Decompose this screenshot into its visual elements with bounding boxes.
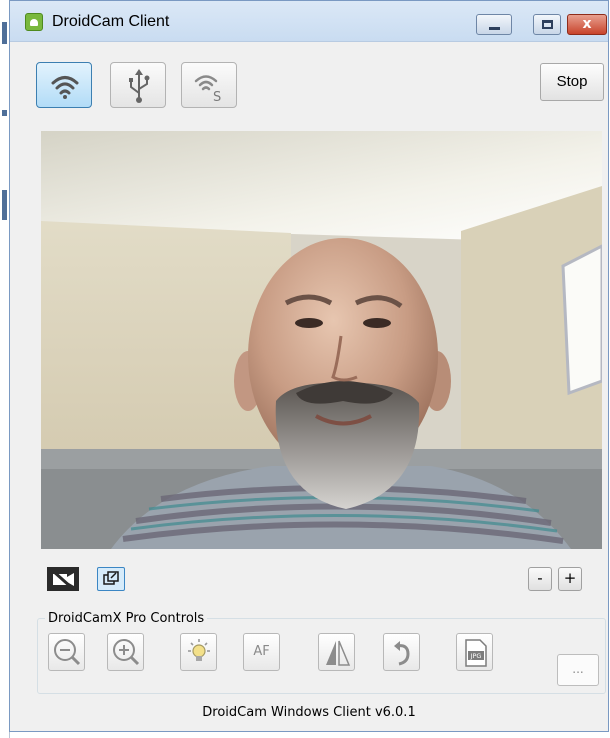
autofocus-button[interactable]: AF bbox=[243, 633, 280, 671]
zoom-minus-button[interactable]: - bbox=[528, 567, 552, 591]
maximize-button[interactable] bbox=[533, 14, 561, 35]
usb-icon bbox=[129, 69, 150, 103]
close-button[interactable]: x bbox=[567, 14, 607, 35]
rotate-button[interactable] bbox=[383, 633, 420, 671]
zoom-out-icon bbox=[54, 639, 81, 666]
stop-button[interactable]: Stop bbox=[540, 63, 604, 101]
lightbulb-icon bbox=[188, 639, 210, 661]
minimize-icon bbox=[489, 27, 500, 30]
wifi-server-button[interactable]: S bbox=[181, 62, 237, 108]
rotate-icon bbox=[394, 641, 410, 666]
svg-text:S: S bbox=[213, 90, 221, 105]
af-icon: AF bbox=[253, 644, 270, 659]
wifi-icon bbox=[51, 76, 79, 99]
webcam-frame bbox=[41, 131, 602, 549]
mirror-button[interactable] bbox=[318, 633, 355, 671]
popout-button[interactable] bbox=[97, 567, 125, 591]
zoom-plus-button[interactable]: + bbox=[558, 567, 582, 591]
wifi-button[interactable] bbox=[36, 62, 92, 108]
popout-window-icon bbox=[103, 571, 119, 585]
mirror-icon bbox=[326, 640, 351, 666]
zoom-out-button[interactable] bbox=[48, 633, 85, 671]
pro-controls-label: DroidCamX Pro Controls bbox=[45, 611, 208, 626]
svg-text:JPG: JPG bbox=[470, 652, 482, 660]
desktop-edge-mark bbox=[2, 110, 7, 116]
more-options-button[interactable]: ... bbox=[557, 654, 599, 686]
video-preview bbox=[41, 131, 602, 549]
camera-toggle-button[interactable] bbox=[47, 567, 79, 591]
jpg-file-icon: JPG bbox=[465, 639, 487, 667]
desktop-edge-mark bbox=[2, 22, 7, 44]
droidcam-window: DroidCam Client x S Stop - + DroidCamX P… bbox=[9, 0, 609, 732]
camera-off-icon bbox=[51, 569, 74, 590]
usb-button[interactable] bbox=[110, 62, 166, 108]
title-bar[interactable]: DroidCam Client x bbox=[10, 1, 608, 42]
minimize-button[interactable] bbox=[476, 14, 512, 35]
version-label: DroidCam Windows Client v6.0.1 bbox=[202, 705, 416, 720]
light-button[interactable] bbox=[180, 633, 217, 671]
jpg-button[interactable]: JPG bbox=[456, 633, 493, 671]
desktop-edge-mark bbox=[2, 190, 7, 220]
zoom-in-icon bbox=[113, 639, 140, 666]
droidcam-app-icon bbox=[25, 13, 43, 31]
wifi-server-icon: S bbox=[194, 75, 221, 105]
close-icon: x bbox=[582, 16, 592, 32]
zoom-in-button[interactable] bbox=[107, 633, 144, 671]
maximize-icon bbox=[542, 20, 553, 29]
window-title: DroidCam Client bbox=[52, 13, 170, 30]
